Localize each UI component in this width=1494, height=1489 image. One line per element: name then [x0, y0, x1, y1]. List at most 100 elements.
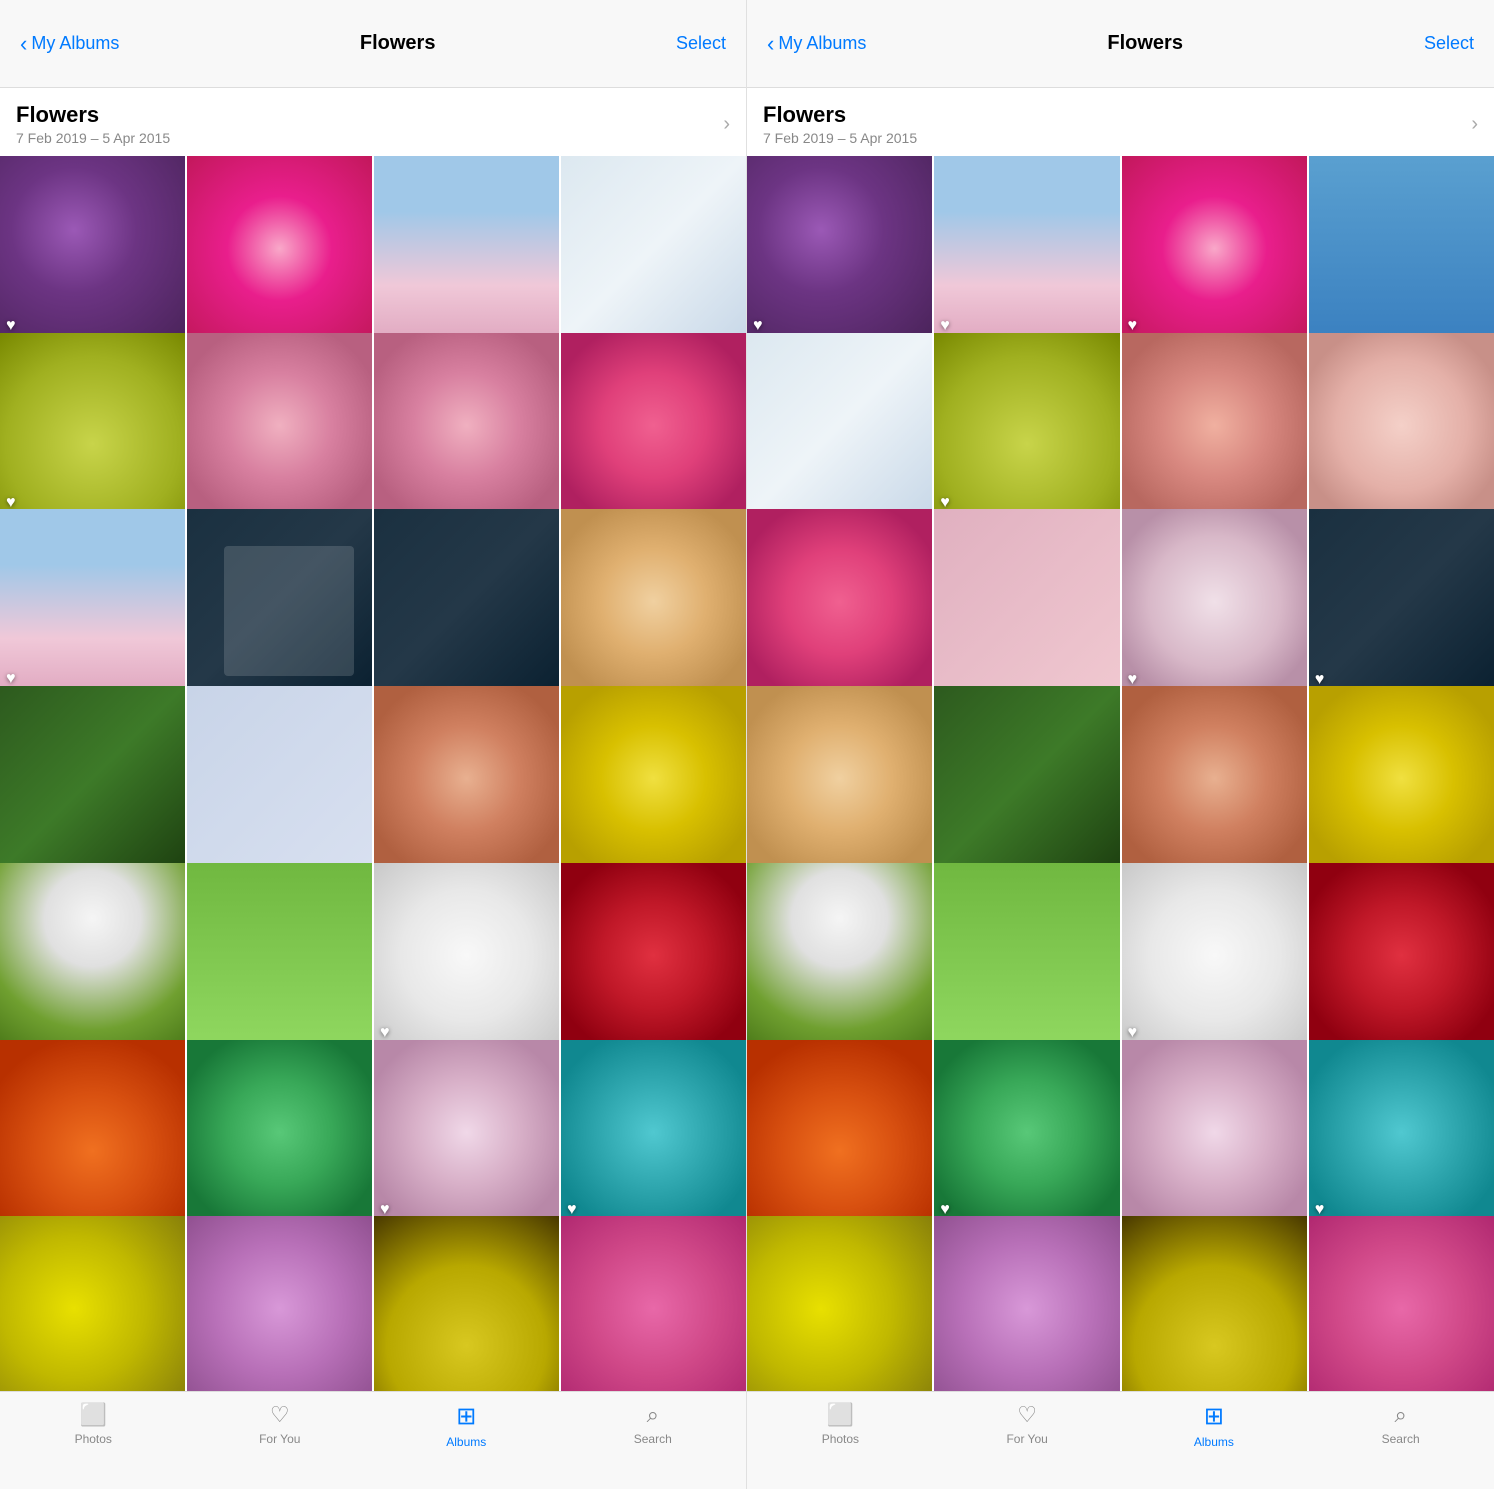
left-album-header: Flowers 7 Feb 2019 – 5 Apr 2015 › [0, 88, 746, 156]
photo-cell[interactable] [1309, 686, 1494, 871]
left-back-label: My Albums [31, 33, 119, 54]
photo-cell[interactable]: ♥ [934, 1040, 1119, 1225]
photo-cell[interactable] [747, 686, 932, 871]
right-tab-search-label: Search [1382, 1432, 1420, 1446]
photo-cell[interactable]: ♥ [1122, 863, 1307, 1048]
photo-cell[interactable]: ♥ [0, 509, 185, 694]
left-tab-search[interactable]: ⌕ Search [560, 1402, 747, 1446]
photo-cell[interactable] [187, 1040, 372, 1225]
photo-cell[interactable]: ♥ [1122, 156, 1307, 341]
left-tab-albums[interactable]: ⊞ Albums [373, 1402, 560, 1449]
photo-cell[interactable] [747, 509, 932, 694]
right-album-chevron-icon[interactable]: › [1471, 113, 1478, 136]
left-album-date: 7 Feb 2019 – 5 Apr 2015 [16, 130, 170, 146]
right-back-label: My Albums [778, 33, 866, 54]
photo-cell[interactable]: ♥ [374, 1040, 559, 1225]
right-tab-for-you[interactable]: ♡ For You [934, 1402, 1121, 1446]
photo-cell[interactable]: ♥ [1122, 509, 1307, 694]
photo-cell[interactable] [561, 156, 746, 341]
photo-cell[interactable] [374, 1216, 559, 1391]
photo-cell[interactable] [187, 156, 372, 341]
photo-cell[interactable]: ♥ [0, 333, 185, 518]
photos-icon: ⬜ [827, 1402, 854, 1428]
photo-cell[interactable] [747, 1216, 932, 1391]
for-you-icon: ♡ [270, 1402, 290, 1428]
left-tab-photos[interactable]: ⬜ Photos [0, 1402, 187, 1446]
photo-cell[interactable] [934, 686, 1119, 871]
photo-cell[interactable] [187, 686, 372, 871]
photo-cell[interactable] [374, 509, 559, 694]
photo-cell[interactable] [934, 1216, 1119, 1391]
left-tab-for-you[interactable]: ♡ For You [187, 1402, 374, 1446]
right-nav-bar: ‹ My Albums Flowers Select [747, 0, 1494, 88]
photo-cell[interactable]: ♥ [934, 333, 1119, 518]
right-back-button[interactable]: ‹ My Albums [767, 31, 866, 57]
left-nav-title: Flowers [360, 32, 436, 55]
right-select-button[interactable]: Select [1424, 33, 1474, 54]
photo-cell[interactable] [934, 509, 1119, 694]
photo-cell[interactable] [1122, 686, 1307, 871]
photo-cell[interactable] [561, 333, 746, 518]
left-album-title: Flowers [16, 102, 170, 128]
photo-cell[interactable] [374, 156, 559, 341]
left-album-chevron-icon[interactable]: › [723, 113, 730, 136]
left-select-button[interactable]: Select [676, 33, 726, 54]
left-tab-for-you-label: For You [259, 1432, 300, 1446]
photo-cell[interactable] [187, 863, 372, 1048]
left-tab-albums-label: Albums [446, 1435, 486, 1449]
photo-cell[interactable] [1309, 156, 1494, 341]
photo-cell[interactable]: ♥ [1309, 509, 1494, 694]
left-back-button[interactable]: ‹ My Albums [20, 31, 119, 57]
right-tab-photos[interactable]: ⬜ Photos [747, 1402, 934, 1446]
albums-icon: ⊞ [456, 1402, 476, 1431]
photos-icon: ⬜ [80, 1402, 107, 1428]
photo-cell[interactable]: ♥ [561, 1040, 746, 1225]
left-panel: ‹ My Albums Flowers Select Flowers 7 Feb… [0, 0, 747, 1489]
right-tab-search[interactable]: ⌕ Search [1307, 1402, 1494, 1446]
albums-icon: ⊞ [1204, 1402, 1224, 1431]
right-tab-albums[interactable]: ⊞ Albums [1121, 1402, 1308, 1449]
photo-cell[interactable] [0, 686, 185, 871]
photo-cell[interactable]: ♥ [934, 156, 1119, 341]
right-tab-bar: ⬜ Photos ♡ For You ⊞ Albums ⌕ Search [747, 1391, 1494, 1489]
photo-cell[interactable]: ♥ [374, 863, 559, 1048]
photo-cell[interactable] [1309, 1216, 1494, 1391]
right-photo-grid: ♥ ♥ ♥ ♥ ♥ ♥ ♥ [747, 156, 1494, 1391]
right-panel: ‹ My Albums Flowers Select Flowers 7 Feb… [747, 0, 1494, 1489]
photo-cell[interactable] [374, 686, 559, 871]
photo-cell[interactable] [0, 863, 185, 1048]
photo-cell[interactable] [747, 863, 932, 1048]
photo-cell[interactable]: ♥ [0, 156, 185, 341]
for-you-icon: ♡ [1017, 1402, 1037, 1428]
photo-cell[interactable] [374, 333, 559, 518]
right-album-title: Flowers [763, 102, 917, 128]
photo-cell[interactable] [187, 1216, 372, 1391]
search-icon: ⌕ [1394, 1402, 1406, 1428]
photo-cell[interactable]: ♥ [747, 156, 932, 341]
photo-cell[interactable] [561, 1216, 746, 1391]
left-tab-photos-label: Photos [75, 1432, 112, 1446]
photo-cell[interactable] [747, 1040, 932, 1225]
right-tab-for-you-label: For You [1006, 1432, 1047, 1446]
photo-cell[interactable] [1309, 863, 1494, 1048]
photo-cell[interactable] [561, 509, 746, 694]
photo-cell[interactable] [561, 686, 746, 871]
left-tab-search-label: Search [634, 1432, 672, 1446]
photo-cell[interactable] [561, 863, 746, 1048]
right-back-chevron-icon: ‹ [767, 31, 774, 57]
photo-cell[interactable] [1309, 333, 1494, 518]
photo-cell[interactable] [187, 333, 372, 518]
right-tab-albums-label: Albums [1194, 1435, 1234, 1449]
photo-cell[interactable] [1122, 333, 1307, 518]
photo-cell[interactable]: ♥ [1309, 1040, 1494, 1225]
right-album-header-text: Flowers 7 Feb 2019 – 5 Apr 2015 [763, 102, 917, 146]
photo-cell[interactable] [0, 1216, 185, 1391]
photo-cell[interactable] [934, 863, 1119, 1048]
left-photo-grid: ♥ ♥ ♥ ♥ ♥ [0, 156, 746, 1391]
photo-cell[interactable] [747, 333, 932, 518]
photo-cell[interactable] [1122, 1040, 1307, 1225]
photo-cell[interactable] [187, 509, 372, 694]
photo-cell[interactable] [1122, 1216, 1307, 1391]
photo-cell[interactable] [0, 1040, 185, 1225]
left-back-chevron-icon: ‹ [20, 31, 27, 57]
